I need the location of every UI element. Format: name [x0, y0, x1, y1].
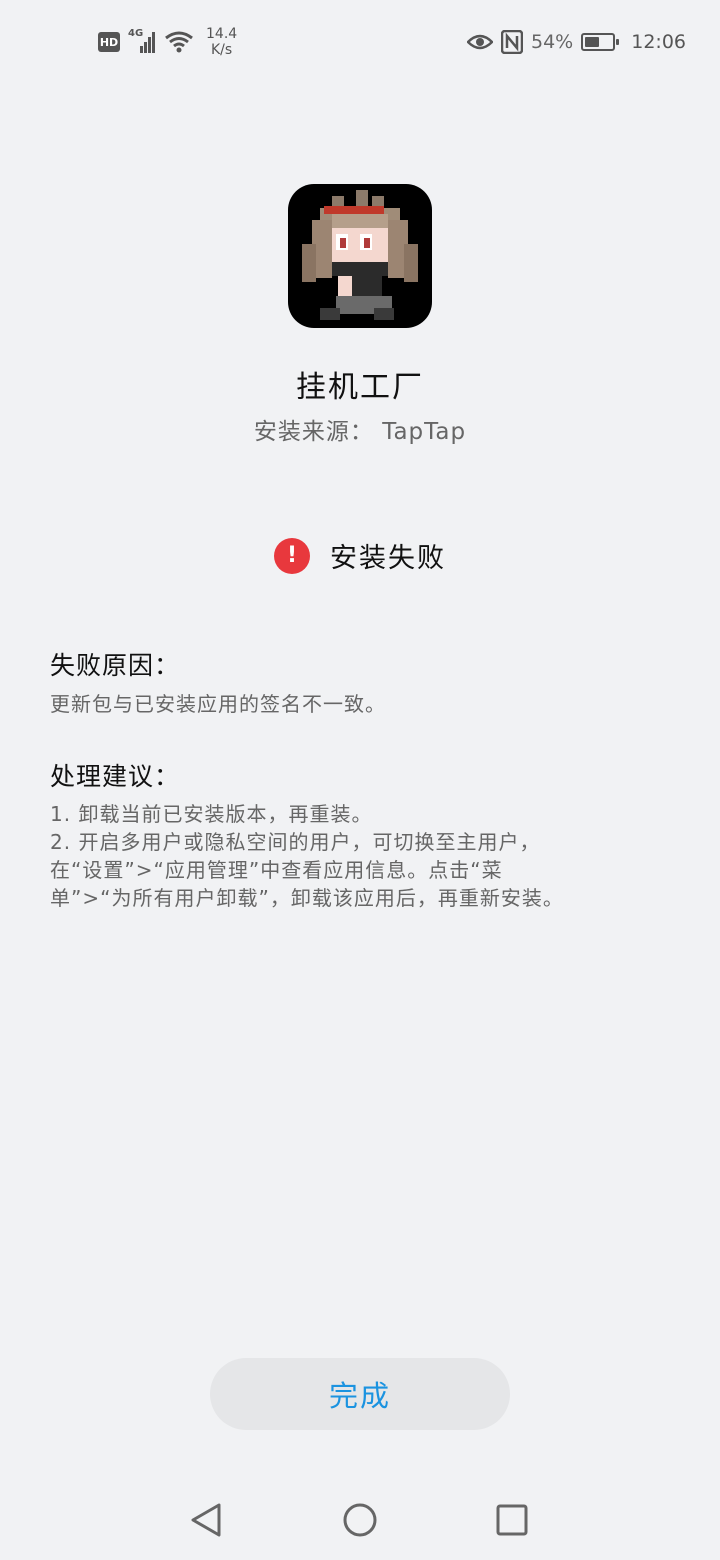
failure-reason-title: 失败原因：: [50, 651, 181, 680]
navigation-bar: [0, 1490, 720, 1550]
clock: 12:06: [631, 31, 686, 53]
status-bar: HD 4G 14.4 K/s 54% 12:06: [0, 0, 720, 90]
install-status: ! 安装失败: [0, 536, 720, 575]
recents-square-icon: [496, 1504, 528, 1536]
suggestion-line: 单”>“为所有用户卸载”，卸载该应用后，再重新安装。: [50, 886, 564, 910]
network-speed-value: 14.4: [206, 26, 238, 42]
install-result-screen: HD 4G 14.4 K/s 54% 12:06 挂机工厂 安装来源： TapT…: [0, 0, 720, 1560]
hd-icon: HD: [98, 32, 120, 52]
network-speed-unit: K/s: [210, 42, 233, 58]
battery-fill: [585, 37, 600, 47]
suggestion-line: 1. 卸载当前已安装版本，再重装。: [50, 802, 373, 826]
wifi-icon: [164, 30, 194, 54]
battery-icon: [581, 33, 620, 51]
status-bar-left: HD 4G 14.4 K/s: [98, 26, 237, 58]
status-bar-right: 54% 12:06: [466, 29, 686, 55]
install-source: 安装来源： TapTap: [253, 419, 467, 445]
failure-reason-text: 更新包与已安装应用的签名不一致。: [50, 692, 386, 716]
suggestions-title: 处理建议：: [50, 762, 181, 791]
install-status-text: 安装失败: [330, 543, 446, 574]
suggestion-line: 2. 开启多用户或隐私空间的用户，可切换至主用户，: [50, 830, 541, 854]
eye-icon: [466, 32, 494, 52]
done-button[interactable]: 完成: [210, 1358, 510, 1430]
network-speed: 14.4 K/s: [206, 26, 237, 58]
suggestion-line: 在“设置”>“应用管理”中查看应用信息。点击“菜: [50, 858, 503, 882]
back-button[interactable]: [176, 1490, 236, 1550]
suggestions-text: 1. 卸载当前已安装版本，再重装。 2. 开启多用户或隐私空间的用户，可切换至主…: [50, 800, 680, 912]
home-button[interactable]: [330, 1490, 390, 1550]
recents-button[interactable]: [482, 1490, 542, 1550]
app-name: 挂机工厂: [296, 370, 424, 405]
nfc-icon: [500, 29, 524, 55]
app-icon: [288, 184, 432, 328]
signal-icon: 4G: [128, 28, 156, 54]
home-circle-icon: [343, 1503, 377, 1537]
back-triangle-icon: [191, 1503, 221, 1537]
battery-percentage: 54%: [531, 31, 574, 53]
exclamation-icon: !: [274, 537, 310, 574]
